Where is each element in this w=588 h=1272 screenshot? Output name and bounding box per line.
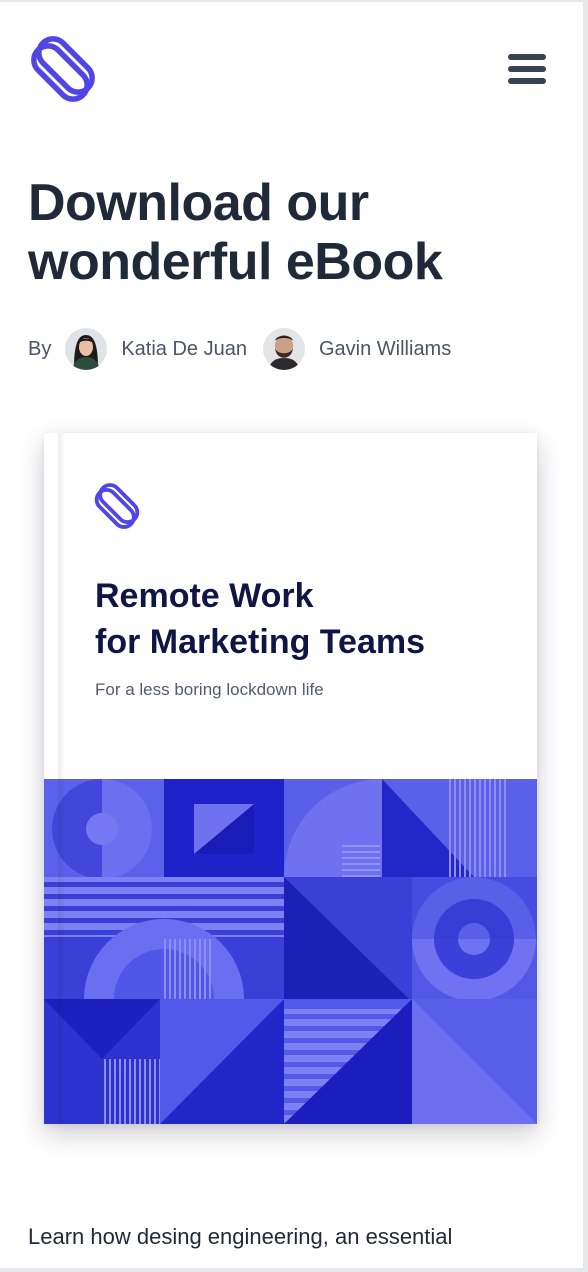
book-subtitle: For a less boring lockdown life <box>95 680 324 699</box>
page-title-line: wonderful eBook <box>28 233 443 291</box>
author-byline: By Katia De Juan Gavin Williams <box>28 326 467 372</box>
menu-bar <box>508 78 546 84</box>
ebook-cover[interactable]: Remote Work for Marketing Teams For a le… <box>44 433 537 1124</box>
hamburger-menu-icon[interactable] <box>508 50 550 90</box>
book-title-line: Remote Work <box>95 577 314 615</box>
author-name[interactable]: Katia De Juan <box>121 338 247 361</box>
geometric-pattern-art <box>44 779 537 1124</box>
author-avatar-gavin[interactable] <box>262 328 305 370</box>
menu-bar <box>508 54 546 60</box>
author-avatar-katia[interactable] <box>65 328 108 370</box>
page-title: Download our wonderful eBook <box>28 174 558 292</box>
frame-top-border <box>0 0 588 2</box>
intro-paragraph: Learn how desing engineering, an essenti… <box>28 1224 453 1249</box>
author-name[interactable]: Gavin Williams <box>319 338 451 361</box>
book-spine <box>58 433 64 1124</box>
by-label: By <box>28 337 52 360</box>
frame-right-border <box>583 0 588 1272</box>
page-title-line: Download our <box>28 174 369 232</box>
book-title-line: for Marketing Teams <box>95 623 426 661</box>
frame-bottom-border <box>0 1268 588 1272</box>
logo-icon <box>94 483 140 529</box>
book-title: Remote Work for Marketing Teams <box>95 573 515 665</box>
menu-bar <box>508 66 546 72</box>
logo-icon[interactable] <box>30 36 96 102</box>
